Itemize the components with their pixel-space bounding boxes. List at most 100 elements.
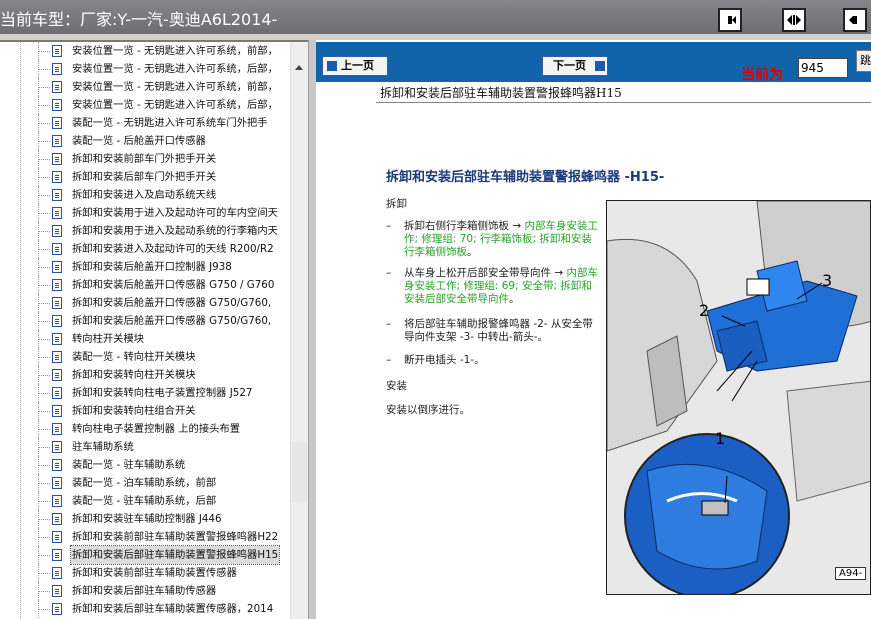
tree-connector — [38, 357, 50, 358]
tree-item[interactable]: 拆卸和安装转向柱开关模块 — [0, 366, 290, 384]
page-number-input[interactable]: 945 — [798, 58, 848, 78]
tree-connector — [38, 285, 50, 286]
tree-item[interactable]: 安装位置一览 - 无钥匙进入许可系统，后部， — [0, 96, 290, 114]
split-view-button[interactable] — [782, 8, 806, 32]
tree-item[interactable]: 转向柱电子装置控制器 上的接头布置 — [0, 420, 290, 438]
tree-item-label: 驻车辅助系统 — [72, 441, 134, 453]
tree-item[interactable]: 拆卸和安装用于进入及起动系统的行李箱内天 — [0, 222, 290, 240]
document-icon — [52, 441, 62, 453]
tree-item-label: 拆卸和安装后舱盖开口控制器 J938 — [72, 261, 232, 273]
tree-connector — [38, 195, 50, 196]
collapse-left-button[interactable] — [718, 8, 742, 32]
tree-item[interactable]: 拆卸和安装前部驻车辅助装置传感器 — [0, 564, 290, 582]
tree-item[interactable]: 拆卸和安装进入及起动许可的天线 R200/R2 — [0, 240, 290, 258]
next-page-button[interactable]: 下一页 — [542, 56, 608, 76]
panel-right-icon — [849, 16, 857, 24]
prev-page-button[interactable]: 上一页 — [322, 56, 388, 76]
tree-item[interactable]: 装配一览 - 无钥匙进入许可系统车门外把手 — [0, 114, 290, 132]
figure-callout-1: 1 — [715, 429, 726, 448]
install-text: 安装以倒序进行。 — [386, 404, 470, 416]
tree-item-label: 拆卸和安装后舱盖开口传感器 G750 / G760 — [72, 279, 275, 291]
tree-item[interactable]: 装配一览 - 泊车辅助系统，前部 — [0, 474, 290, 492]
step-bullet: – — [386, 354, 392, 366]
step-text-prefix: 拆卸右侧行李箱侧饰板 → — [404, 220, 525, 232]
scroll-thumb[interactable] — [292, 442, 307, 502]
document-icon — [52, 207, 62, 219]
tree-item[interactable]: 拆卸和安装驻车辅助控制器 J446 — [0, 510, 290, 528]
tree-connector — [38, 69, 50, 70]
tree-item-label: 转向柱电子装置控制器 上的接头布置 — [72, 423, 241, 435]
next-page-label: 下一页 — [553, 59, 586, 72]
tree-connector — [38, 141, 50, 142]
scroll-up-arrow-icon[interactable] — [291, 60, 308, 77]
tree-item-label: 拆卸和安装用于进入及起动许可的车内空间天 — [72, 207, 278, 219]
tree-item-label: 安装位置一览 - 无钥匙进入许可系统，后部， — [72, 63, 278, 75]
title-bar: 当前车型：厂家:Y-一汽-奥迪A6L2014- — [0, 0, 871, 34]
document-icon — [52, 99, 62, 111]
tree-item[interactable]: 拆卸和安装后部车门外把手开关 — [0, 168, 290, 186]
tree-item[interactable]: 拆卸和安装进入及启动系统天线 — [0, 186, 290, 204]
go-button[interactable]: 跳 — [856, 50, 871, 72]
tree-connector — [38, 591, 50, 592]
tree-item[interactable]: 拆卸和安装后舱盖开口控制器 J938 — [0, 258, 290, 276]
document-icon — [52, 513, 62, 525]
document-icon — [52, 297, 62, 309]
document-icon — [52, 135, 62, 147]
document-icon — [52, 369, 62, 381]
tree-connector — [38, 429, 50, 430]
tree-item[interactable]: 装配一览 - 驻车辅助系统 — [0, 456, 290, 474]
tree-item[interactable]: 驻车辅助系统 — [0, 438, 290, 456]
tree-item[interactable]: 安装位置一览 - 无钥匙进入许可系统，后部， — [0, 60, 290, 78]
tree-item-label: 拆卸和安装后部驻车辅助装置传感器，2014 — [72, 603, 274, 615]
collapse-right-button[interactable] — [843, 8, 867, 32]
tree-scrollbar[interactable] — [290, 42, 308, 619]
tree-item[interactable]: 拆卸和安装转向柱组合开关 — [0, 402, 290, 420]
current-page-label: 当前为 — [741, 67, 783, 83]
tree-connector — [38, 411, 50, 412]
tree-item-label: 拆卸和安装进入及启动系统天线 — [72, 189, 217, 201]
step-text-prefix: 从车身上松开后部安全带导向件 → — [404, 267, 567, 279]
step-bullet: – — [386, 267, 392, 279]
tree-connector — [38, 573, 50, 574]
document-icon — [52, 171, 62, 183]
tree-item[interactable]: 拆卸和安装用于进入及起动许可的车内空间天 — [0, 204, 290, 222]
tree-item-label: 安装位置一览 - 无钥匙进入许可系统，后部， — [72, 99, 278, 111]
tree-connector — [38, 87, 50, 88]
tree-item[interactable]: 拆卸和安装后部驻车辅助传感器 — [0, 582, 290, 600]
tree-item[interactable]: 安装位置一览 - 无钥匙进入许可系统，前部， — [0, 42, 290, 60]
tree-connector — [38, 321, 50, 322]
tree-connector — [38, 231, 50, 232]
tree-item-label: 拆卸和安装用于进入及起动系统的行李箱内天 — [72, 225, 278, 237]
step-bullet: – — [386, 318, 392, 330]
tree-item[interactable]: 拆卸和安装前部驻车辅助装置警报蜂鸣器H22 — [0, 528, 290, 546]
tree-item[interactable]: 拆卸和安装后部驻车辅助装置传感器，2014 — [0, 600, 290, 618]
tree-item[interactable]: 拆卸和安装后部驻车辅助装置警报蜂鸣器H15 — [0, 545, 290, 565]
tree-item[interactable]: 装配一览 - 转向柱开关模块 — [0, 348, 290, 366]
step-text: 将后部驻车辅助报警蜂鸣器 -2- 从安全带导向件支架 -3- 中转出-箭头-。 — [404, 318, 599, 344]
document-icon — [52, 315, 62, 327]
tree-item[interactable]: 转向柱开关模块 — [0, 330, 290, 348]
tree-item[interactable]: 装配一览 - 驻车辅助系统，后部 — [0, 492, 290, 510]
tree-connector — [38, 123, 50, 124]
step-bullet: – — [386, 220, 392, 232]
tree-item[interactable]: 拆卸和安装后舱盖开口传感器 G750/G760, — [0, 312, 290, 330]
document-icon — [52, 225, 62, 237]
tree-item-label: 拆卸和安装转向柱电子装置控制器 J527 — [72, 387, 253, 399]
tree-item-label: 装配一览 - 泊车辅助系统，前部 — [72, 477, 217, 489]
tree-item[interactable]: 拆卸和安装前部车门外把手开关 — [0, 150, 290, 168]
tree-item[interactable]: 拆卸和安装后舱盖开口传感器 G750/G760, — [0, 294, 290, 312]
tree-connector — [38, 537, 50, 538]
document-icon — [52, 333, 62, 345]
content-panel: 上一页 下一页 当前为 945 跳 拆卸和安装后部驻车辅助装置警报蜂鸣器H15 … — [316, 40, 871, 619]
install-heading: 安装 — [386, 380, 407, 392]
prev-page-label: 上一页 — [341, 59, 374, 72]
tree-item-label: 拆卸和安装前部驻车辅助装置传感器 — [72, 567, 237, 579]
document-icon — [52, 45, 62, 57]
document-icon — [52, 279, 62, 291]
tree-connector — [38, 105, 50, 106]
tree-connector — [38, 159, 50, 160]
tree-item[interactable]: 安装位置一览 - 无钥匙进入许可系统，前部， — [0, 78, 290, 96]
tree-item[interactable]: 装配一览 - 后舱盖开口传感器 — [0, 132, 290, 150]
tree-item[interactable]: 拆卸和安装后舱盖开口传感器 G750 / G760 — [0, 276, 290, 294]
tree-item[interactable]: 拆卸和安装转向柱电子装置控制器 J527 — [0, 384, 290, 402]
